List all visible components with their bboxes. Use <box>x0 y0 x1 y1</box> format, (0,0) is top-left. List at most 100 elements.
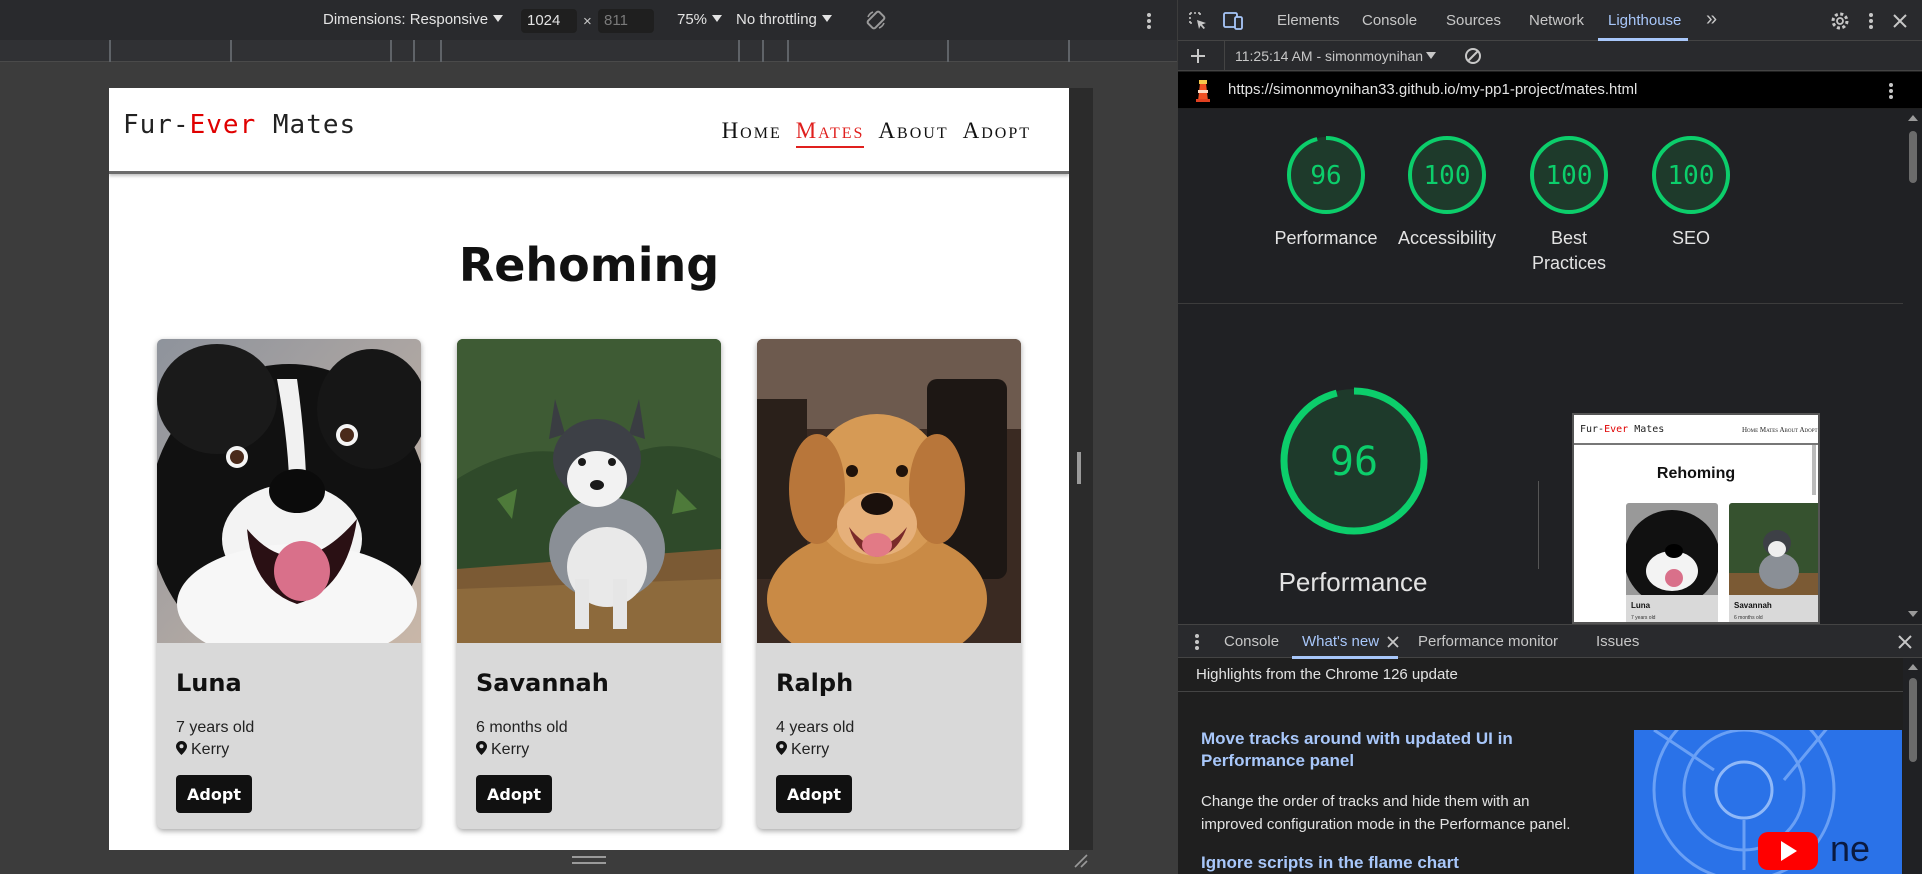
nav-home[interactable]: Home <box>722 118 782 148</box>
whats-new-subtitle: Highlights from the Chrome 126 update <box>1178 658 1903 692</box>
page-title: Rehoming <box>458 238 720 292</box>
width-input[interactable]: 1024 <box>521 9 577 33</box>
times-sign: × <box>583 13 592 30</box>
rotate-icon[interactable] <box>865 9 887 31</box>
thumb-scrollbar <box>1812 445 1816 495</box>
zoom-dropdown[interactable]: 75% <box>677 11 723 28</box>
close-tab-icon[interactable] <box>1387 636 1399 648</box>
site-nav: Home Mates About Adopt <box>722 118 1031 148</box>
whats-new-promo-video[interactable]: ne <box>1634 730 1902 874</box>
dimensions-dropdown[interactable]: Dimensions: Responsive <box>323 11 504 28</box>
report-scrollbar[interactable] <box>1903 109 1922 624</box>
whats-new-content: Move tracks around with updated UI in Pe… <box>1178 692 1903 874</box>
close-drawer-icon[interactable] <box>1898 635 1912 649</box>
score-label: SEO <box>1671 228 1710 248</box>
device-toolbar: Dimensions: Responsive 1024 × 811 75% No… <box>0 0 1177 40</box>
adopt-button-ralph[interactable]: Adopt <box>776 775 852 813</box>
score-value: 100 <box>1423 161 1471 191</box>
tab-lighthouse[interactable]: Lighthouse <box>1608 12 1681 29</box>
map-pin-icon <box>176 741 187 755</box>
luna-photo <box>157 339 421 643</box>
drawer-tab-issues[interactable]: Issues <box>1596 633 1639 650</box>
tab-console[interactable]: Console <box>1362 12 1417 29</box>
tab-sources[interactable]: Sources <box>1446 12 1501 29</box>
corner-resize-icon[interactable] <box>1072 852 1088 868</box>
drawer-menu-icon[interactable] <box>1192 632 1202 652</box>
promo-text: ne <box>1830 828 1871 869</box>
page-scroll-track <box>1069 88 1093 850</box>
dimensions-label: Dimensions: Responsive <box>323 11 489 28</box>
site-header: Fur-Ever Mates Home Mates About Adopt <box>109 88 1069 174</box>
savannah-photo <box>457 339 721 643</box>
big-score-label: Performance <box>1278 567 1428 597</box>
vertical-divider <box>1538 481 1539 569</box>
drawer-tab-performance-monitor[interactable]: Performance monitor <box>1418 633 1558 650</box>
lighthouse-toolbar: 11:25:14 AM - simonmoynihan <box>1178 41 1922 71</box>
score-value: 100 <box>1667 161 1715 191</box>
audited-url[interactable]: https://simonmoynihan33.github.io/my-pp1… <box>1228 81 1637 98</box>
device-toggle-icon[interactable] <box>1222 11 1244 31</box>
chevron-down-icon <box>493 15 504 22</box>
pet-name: Luna <box>176 669 242 697</box>
report-selector[interactable]: 11:25:14 AM - simonmoynihan <box>1235 48 1437 64</box>
pet-location: Kerry <box>776 741 829 759</box>
chevron-down-icon <box>712 15 723 22</box>
pet-age: 7 years old <box>176 719 255 736</box>
throttling-dropdown[interactable]: No throttling <box>736 11 832 28</box>
whats-new-item-body: Change the order of tracks and hide them… <box>1201 793 1571 833</box>
nav-adopt[interactable]: Adopt <box>963 118 1031 148</box>
thumb-pet-name: Savannah <box>1734 601 1772 610</box>
adopt-button-luna[interactable]: Adopt <box>176 775 252 813</box>
close-devtools-icon[interactable] <box>1892 13 1908 29</box>
thumb-pet-name: Luna <box>1631 601 1651 610</box>
drawer-scrollbar[interactable] <box>1903 658 1922 874</box>
score-performance[interactable]: 96 Performance <box>1271 135 1381 251</box>
pet-card-luna: Luna 7 years old Kerry Adopt <box>157 339 421 829</box>
thumb-nav: Home Mates About Adopt <box>1742 426 1818 434</box>
whats-new-item-title[interactable]: Ignore scripts in the flame chart <box>1201 852 1621 874</box>
tab-network[interactable]: Network <box>1529 12 1584 29</box>
devtools-tab-bar: Elements Console Sources Network Lightho… <box>1178 0 1922 41</box>
location-label: Kerry <box>191 741 230 758</box>
pet-name: Ralph <box>776 669 854 697</box>
inspect-element-icon[interactable] <box>1188 11 1208 31</box>
drawer-tab-bar: Console What's new Performance monitor I… <box>1178 624 1922 659</box>
pet-card-ralph: Ralph 4 years old Kerry Adopt <box>757 339 1021 829</box>
location-label: Kerry <box>791 741 830 758</box>
pet-location: Kerry <box>176 741 229 759</box>
adopt-button-savannah[interactable]: Adopt <box>476 775 552 813</box>
thumb-logo-text-1: Fur- <box>1580 424 1605 435</box>
height-input[interactable]: 811 <box>598 9 654 33</box>
nav-about[interactable]: About <box>878 118 948 148</box>
map-pin-icon <box>776 741 787 755</box>
drawer-tab-console[interactable]: Console <box>1224 633 1279 650</box>
media-query-ruler[interactable] <box>0 40 1177 62</box>
final-screenshot-thumbnail[interactable]: Fur-Ever Mates Home Mates About Adopt Re… <box>1572 413 1820 624</box>
new-report-icon[interactable] <box>1190 48 1206 64</box>
lighthouse-logo-icon <box>1196 80 1210 102</box>
clear-reports-icon[interactable] <box>1464 47 1482 65</box>
lighthouse-url-bar: https://simonmoynihan33.github.io/my-pp1… <box>1178 72 1922 108</box>
throttling-label: No throttling <box>736 11 817 28</box>
height-resize-handle[interactable] <box>572 856 606 864</box>
whats-new-item-title[interactable]: Move tracks around with updated UI in Pe… <box>1201 728 1541 772</box>
width-resize-handle[interactable] <box>1077 452 1081 484</box>
score-best-practices[interactable]: 100 Best Practices <box>1514 135 1624 276</box>
report-scroll-thumb[interactable] <box>1909 131 1917 183</box>
report-menu-icon[interactable] <box>1886 81 1896 101</box>
drawer-scroll-thumb[interactable] <box>1909 678 1917 762</box>
more-tabs-button[interactable]: » <box>1706 8 1717 31</box>
customize-menu-icon[interactable] <box>1866 11 1876 31</box>
score-value: 100 <box>1545 161 1593 191</box>
thumb-logo-text-3: Mates <box>1628 424 1665 435</box>
tab-elements[interactable]: Elements <box>1277 12 1340 29</box>
nav-mates[interactable]: Mates <box>795 118 865 148</box>
site-logo[interactable]: Fur-Ever Mates <box>123 110 356 140</box>
more-options-icon[interactable] <box>1144 11 1154 31</box>
drawer-tab-whats-new[interactable]: What's new <box>1302 633 1379 650</box>
chevron-down-icon <box>821 15 832 22</box>
score-accessibility[interactable]: 100 Accessibility <box>1392 135 1502 251</box>
score-seo[interactable]: 100 SEO <box>1636 135 1746 251</box>
thumb-pet-age: 7 years old <box>1631 615 1656 621</box>
settings-gear-icon[interactable] <box>1830 11 1850 31</box>
